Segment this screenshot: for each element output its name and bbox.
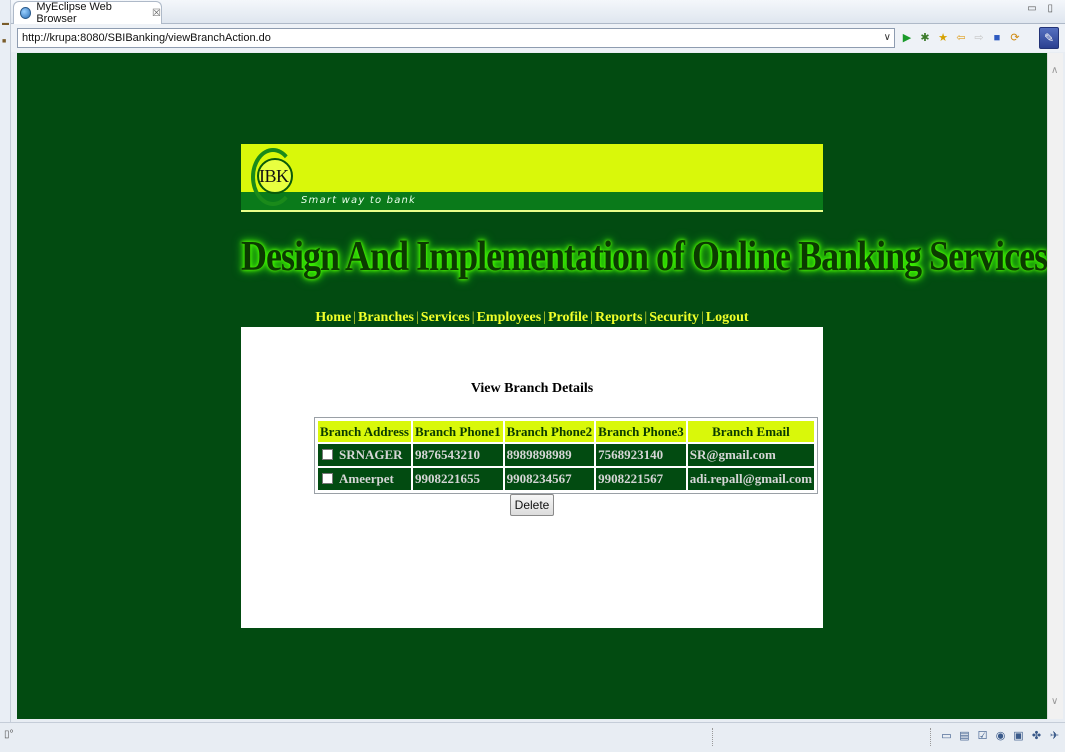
cell-text: 9908221655 bbox=[414, 471, 480, 486]
delete-button[interactable]: Delete bbox=[510, 494, 554, 516]
column-header: Branch Email bbox=[687, 421, 815, 442]
package-icon[interactable]: ■ bbox=[2, 38, 9, 45]
table-row: Ameerpet 9908221655 9908234567 9908221567 ad… bbox=[318, 468, 815, 490]
table-cell: Ameerpet bbox=[318, 468, 411, 490]
table-cell: 8989898989 bbox=[504, 444, 595, 466]
plugin-icon[interactable]: ✤ bbox=[1030, 730, 1043, 743]
cell-text: 8989898989 bbox=[506, 447, 572, 462]
page-title: View Branch Details bbox=[470, 381, 594, 396]
address-bar: http://krupa:8080/SBIBanking/viewBranchA… bbox=[11, 24, 1065, 52]
column-header: Branch Phone3 bbox=[596, 421, 686, 442]
nav-link-branches[interactable]: Branches bbox=[358, 310, 414, 325]
nav-separator: | bbox=[415, 310, 419, 325]
table-cell: SR@gmail.com bbox=[687, 444, 815, 466]
eclipse-window: ▬ ■ MyEclipse Web Browser ☒ ▭ ▯ http://k… bbox=[0, 0, 1065, 752]
cell-text: 9908221567 bbox=[598, 471, 664, 486]
nav-separator: | bbox=[543, 310, 546, 325]
row-checkbox[interactable] bbox=[322, 449, 333, 460]
nav-link-reports[interactable]: Reports bbox=[595, 310, 642, 325]
browser-toolbar: ▶ ✱ ★ ⇦ ⇨ ■ ⟳ bbox=[901, 29, 1021, 47]
url-input[interactable]: http://krupa:8080/SBIBanking/viewBranchA… bbox=[17, 28, 895, 48]
nav-link-profile[interactable]: Profile bbox=[548, 310, 588, 325]
cell-text: 7568923140 bbox=[598, 447, 664, 462]
content-panel: View Branch Details Branch Address Branch… bbox=[241, 327, 823, 628]
table-cell: adi.repall@gmail.com bbox=[687, 468, 815, 490]
go-icon[interactable]: ▶ bbox=[901, 32, 913, 44]
table-cell: 9908221567 bbox=[596, 468, 686, 490]
nav-separator: | bbox=[700, 310, 704, 325]
left-gutter: ▬ ■ bbox=[0, 0, 11, 752]
main-nav: Home | Branches | Services | Employees | Profile… bbox=[241, 310, 823, 326]
nav-separator: | bbox=[590, 310, 593, 325]
branch-table: Branch Address Branch Phone1 Branch Phone2… bbox=[314, 417, 819, 494]
report-icon[interactable]: ▤ bbox=[958, 730, 971, 743]
chevron-down-icon[interactable]: ∨ bbox=[884, 29, 891, 47]
nav-link-employees[interactable]: Employees bbox=[477, 310, 542, 325]
tab-label: MyEclipse Web Browser bbox=[36, 1, 112, 25]
cell-text: adi.repall@gmail.com bbox=[689, 471, 813, 486]
fast-view-icon[interactable]: ▯° bbox=[4, 729, 14, 740]
cell-text: 9876543210 bbox=[414, 447, 480, 462]
cell-text: SR@gmail.com bbox=[689, 447, 776, 462]
rocket-icon[interactable]: ✈ bbox=[1048, 730, 1061, 743]
validate-icon[interactable]: ☑ bbox=[976, 730, 989, 743]
nav-separator: | bbox=[471, 310, 475, 325]
url-text: http://krupa:8080/SBIBanking/viewBranchA… bbox=[22, 32, 271, 44]
debug-icon[interactable]: ✱ bbox=[919, 32, 931, 44]
cell-text: 9908234567 bbox=[506, 471, 572, 486]
table-cell: 9908221655 bbox=[412, 468, 503, 490]
globe-icon[interactable]: ◉ bbox=[994, 730, 1007, 743]
perspective-icon[interactable]: ✎ bbox=[1039, 27, 1059, 49]
nav-link-logout[interactable]: Logout bbox=[706, 310, 749, 325]
nav-link-home[interactable]: Home bbox=[315, 310, 351, 325]
status-bar: ▯° ▭ ▤ ☑ ◉ ▣ ✤ ✈ bbox=[0, 722, 1065, 752]
table-cell: 9876543210 bbox=[412, 444, 503, 466]
forward-icon[interactable]: ⇨ bbox=[973, 32, 985, 44]
nav-separator: | bbox=[353, 310, 356, 325]
vertical-scrollbar[interactable]: ∧ ∨ bbox=[1047, 53, 1063, 719]
column-header: Branch Phone2 bbox=[504, 421, 595, 442]
view-menu-icon[interactable]: ▬ bbox=[2, 20, 9, 27]
globe-icon bbox=[20, 7, 32, 19]
editor-tab-strip: MyEclipse Web Browser ☒ ▭ ▯ bbox=[11, 0, 1065, 25]
table-header-row: Branch Address Branch Phone1 Branch Phone2… bbox=[318, 421, 815, 442]
status-tray: ▭ ▤ ☑ ◉ ▣ ✤ ✈ bbox=[940, 730, 1061, 743]
table-row: SRNAGER 9876543210 8989898989 7568923140 SR@… bbox=[318, 444, 815, 466]
back-icon[interactable]: ⇦ bbox=[955, 32, 967, 44]
browser-viewport: IBK Smart way to bank Design And Impleme… bbox=[17, 53, 1047, 719]
cell-text: SRNAGER bbox=[339, 447, 403, 462]
stop-icon[interactable]: ■ bbox=[991, 32, 1003, 44]
cell-text: Ameerpet bbox=[339, 471, 394, 486]
restore-icon[interactable]: ▭ bbox=[940, 730, 953, 743]
tagline: Smart way to bank bbox=[301, 195, 417, 206]
table-cell: 7568923140 bbox=[596, 444, 686, 466]
console-icon[interactable]: ▣ bbox=[1012, 730, 1025, 743]
table-cell: 9908234567 bbox=[504, 468, 595, 490]
close-icon[interactable]: ☒ bbox=[152, 8, 161, 19]
scroll-up-icon[interactable]: ∧ bbox=[1051, 65, 1058, 76]
window-controls[interactable]: ▭ ▯ bbox=[1027, 3, 1057, 14]
site-title: Design And Implementation of Online Bank… bbox=[241, 232, 1047, 280]
tab-web-browser[interactable]: MyEclipse Web Browser ☒ bbox=[13, 1, 162, 25]
column-header: Branch Address bbox=[318, 421, 411, 442]
nav-link-security[interactable]: Security bbox=[649, 310, 699, 325]
row-checkbox[interactable] bbox=[322, 473, 333, 484]
refresh-icon[interactable]: ⟳ bbox=[1009, 32, 1021, 44]
column-header: Branch Phone1 bbox=[412, 421, 503, 442]
scroll-down-icon[interactable]: ∨ bbox=[1051, 696, 1058, 707]
site-logo: IBK bbox=[259, 166, 289, 186]
site-banner: IBK Smart way to bank bbox=[241, 144, 823, 212]
nav-link-services[interactable]: Services bbox=[421, 310, 470, 325]
nav-separator: | bbox=[644, 310, 648, 325]
table-cell: SRNAGER bbox=[318, 444, 411, 466]
favorites-icon[interactable]: ★ bbox=[937, 32, 949, 44]
